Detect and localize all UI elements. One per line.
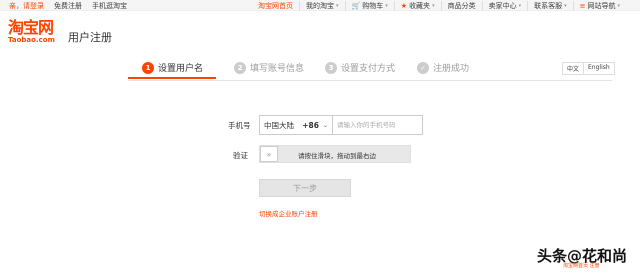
lang-chinese[interactable]: 中文 [563,63,583,74]
topbar-item-label: 联系客服 [534,2,563,10]
check-icon: ✓ [417,61,429,74]
star-icon: ★ [400,2,408,10]
menu-icon: ≡ [579,2,586,10]
watermark-caption: 淘宝网首页 注册 [563,263,600,269]
topbar-item-label: 购物车 [362,2,384,10]
caret-down-icon: ▾ [432,3,435,9]
step-success: ✓ 注册成功 [417,61,469,74]
cart-icon: 🛒 [351,2,361,10]
step-label: 注册成功 [433,64,470,74]
step-account-info: 2 填写账号信息 [234,61,304,74]
topbar-item-label: 我的淘宝 [306,2,335,10]
top-navigation-bar: 亲，请登录 免费注册 手机逛淘宝 淘宝网首页 我的淘宝 ▾ 🛒 购物车 ▾ ★ 收藏夹 ▾ 商品分… [0,0,640,11]
step-label: 设置支付方式 [341,64,396,74]
phone-field-group: 中国大陆 +86 ⌄ [259,115,423,135]
country-code: +86 [302,120,319,130]
caret-down-icon: ▾ [385,3,388,9]
slide-verification: » 请按住滑块，拖动到最右边 [259,145,411,163]
enterprise-register-link[interactable]: 切换成企业账户注册 [259,208,318,218]
next-step-button[interactable]: 下一步 [259,179,351,197]
country-name: 中国大陆 [264,120,294,130]
step-set-username: 1 设置用户名 [142,61,203,74]
topbar-item[interactable]: 🛒 购物车 ▾ [344,1,394,11]
taobao-logo[interactable]: 淘宝网 Taobao.com [8,18,55,45]
slider-instruction: 请按住滑块，拖动到最右边 [298,152,376,160]
login-link[interactable]: 亲，请登录 [9,2,44,10]
chevron-down-icon: ⌄ [322,121,328,129]
topbar-item[interactable]: 淘宝网首页 [252,1,299,11]
step-payment-method: 3 设置支付方式 [325,61,395,74]
slider-handle-double-arrow-icon[interactable]: » [260,146,278,162]
caret-down-icon: ▾ [518,3,522,9]
logo-chinese: 淘宝网 [8,18,54,37]
topbar-item[interactable]: 我的淘宝 ▾ [299,1,345,11]
phone-label: 手机号 [228,121,251,130]
steps-divider [128,80,612,81]
mobile-taobao-link[interactable]: 手机逛淘宝 [92,1,127,11]
step-label: 填写账号信息 [250,64,305,74]
logo-english: Taobao.com [8,36,55,44]
topbar-right-links: 淘宝网首页 我的淘宝 ▾ 🛒 购物车 ▾ ★ 收藏夹 ▾ 商品分类 卖家中心 ▾ 联系客服 ▾ ≡ 网站导航 ▾ [252,1,626,11]
country-select[interactable]: 中国大陆 +86 ⌄ [260,116,333,134]
register-link[interactable]: 免费注册 [54,1,82,11]
language-switcher: 中文 English [562,62,615,75]
step-number: 2 [234,61,246,74]
caret-down-icon: ▾ [617,3,620,9]
verify-label: 验证 [233,151,248,160]
topbar-item-label: 淘宝网首页 [258,2,294,10]
active-step-underline [128,77,216,79]
step-number: 1 [142,61,154,74]
topbar-item-label: 卖家中心 [488,2,517,10]
step-label: 设置用户名 [158,64,204,74]
topbar-item[interactable]: ≡ 网站导航 ▾ [572,1,626,11]
topbar-item[interactable]: ★ 收藏夹 ▾ [393,1,441,11]
topbar-item[interactable]: 卖家中心 ▾ [481,1,528,11]
lang-english[interactable]: English [583,63,614,74]
topbar-item-label: 网站导航 [587,2,616,10]
caret-down-icon: ▾ [564,3,567,9]
phone-input[interactable] [333,116,422,134]
registration-steps: 1 设置用户名 2 填写账号信息 3 设置支付方式 ✓ 注册成功 [128,58,488,80]
topbar-item[interactable]: 商品分类 [440,1,482,11]
caret-down-icon: ▾ [336,3,339,9]
page-title: 用户注册 [68,31,112,44]
topbar-item-label: 收藏夹 [409,2,431,10]
topbar-item[interactable]: 联系客服 ▾ [527,1,573,11]
step-number: 3 [325,61,337,74]
topbar-item-label: 商品分类 [447,2,476,10]
